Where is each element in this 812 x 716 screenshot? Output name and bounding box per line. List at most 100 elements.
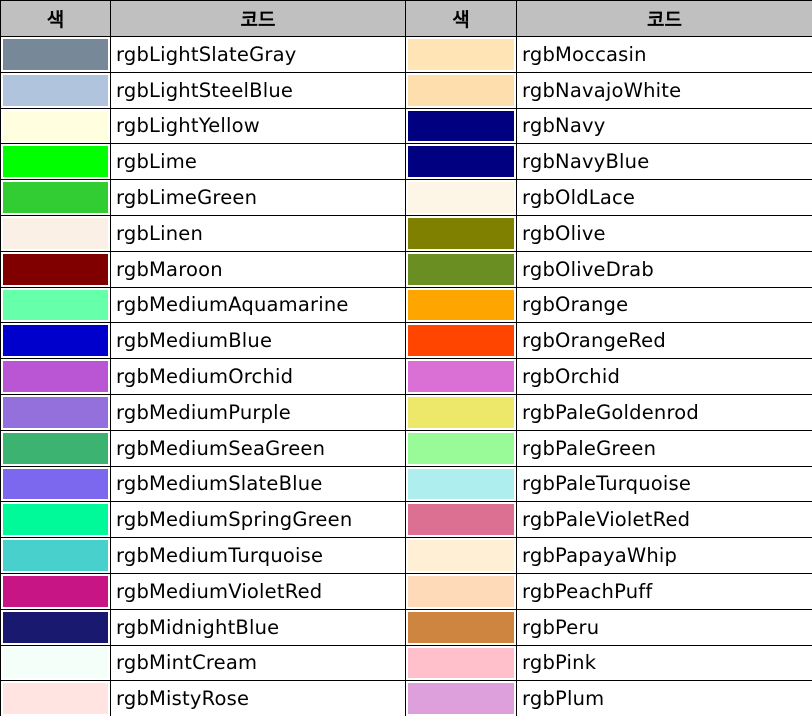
color-code-name: rgbPink	[516, 644, 812, 682]
color-swatch	[3, 182, 108, 213]
table-row: rgbLightSteelBlue rgbNavajoWhite	[0, 71, 812, 109]
color-swatch	[408, 683, 514, 715]
color-swatch	[408, 289, 514, 321]
color-swatch	[408, 325, 514, 357]
color-swatch	[3, 683, 108, 715]
color-code-name: rgbPeru	[516, 608, 812, 646]
color-swatch-cell	[0, 250, 111, 288]
color-code-name: rgbOrange	[516, 286, 812, 324]
color-swatch	[3, 289, 108, 321]
color-code-name: rgbLimeGreen	[110, 179, 406, 216]
column-header-color: 색	[0, 0, 111, 37]
color-swatch	[408, 74, 514, 106]
color-swatch-cell	[0, 286, 111, 324]
color-swatch-cell	[0, 465, 111, 503]
color-swatch-cell	[0, 322, 111, 360]
color-swatch-cell	[0, 179, 111, 216]
color-swatch	[408, 575, 514, 607]
color-swatch-cell	[0, 644, 111, 682]
color-swatch	[408, 182, 514, 213]
table-row: rgbLightYellow rgbNavy	[0, 107, 812, 145]
color-code-name: rgbPaleTurquoise	[516, 465, 812, 503]
color-code-name: rgbMoccasin	[516, 36, 812, 73]
color-swatch	[408, 396, 514, 428]
color-swatch-cell	[405, 71, 517, 109]
color-swatch	[408, 361, 514, 392]
color-swatch-cell	[0, 608, 111, 646]
color-swatch	[408, 540, 514, 571]
color-code-name: rgbPapayaWhip	[516, 537, 812, 574]
color-swatch	[3, 432, 108, 464]
color-code-name: rgbPeachPuff	[516, 572, 812, 610]
color-swatch-cell	[0, 358, 111, 395]
color-swatch-cell	[0, 107, 111, 145]
color-code-name: rgbMediumVioletRed	[110, 572, 406, 610]
column-header-code: 코드	[516, 0, 812, 37]
color-swatch	[3, 110, 108, 142]
color-code-name: rgbLightSteelBlue	[110, 71, 406, 109]
color-code-name: rgbOliveDrab	[516, 250, 812, 288]
color-swatch-cell	[0, 393, 111, 431]
table-header: 색 코드 색 코드	[0, 0, 812, 37]
color-code-name: rgbOldLace	[516, 179, 812, 216]
column-header-color: 색	[405, 0, 517, 37]
color-code-name: rgbNavajoWhite	[516, 71, 812, 109]
color-swatch-cell	[0, 214, 111, 252]
color-code-name: rgbMintCream	[110, 644, 406, 682]
table-row: rgbMediumAquamarine rgbOrange	[0, 286, 812, 324]
table-row: rgbMediumTurquoise rgbPapayaWhip	[0, 537, 812, 574]
color-swatch	[408, 504, 514, 536]
color-code-name: rgbMediumBlue	[110, 322, 406, 360]
color-swatch	[3, 325, 108, 357]
table-row: rgbMintCream rgbPink	[0, 644, 812, 682]
color-swatch-cell	[405, 393, 517, 431]
table-row: rgbMediumVioletRed rgbPeachPuff	[0, 572, 812, 610]
color-swatch	[3, 396, 108, 428]
color-swatch-cell	[405, 143, 517, 181]
color-swatch-cell	[405, 322, 517, 360]
color-swatch-cell	[405, 36, 517, 73]
color-swatch-cell	[0, 429, 111, 467]
color-code-name: rgbNavy	[516, 107, 812, 145]
color-swatch	[408, 217, 514, 249]
header-row: 색 코드 색 코드	[0, 0, 812, 37]
color-swatch-cell	[405, 358, 517, 395]
color-code-name: rgbMediumSlateBlue	[110, 465, 406, 503]
table-body: rgbLightSlateGray rgbMoccasin rgbLightStee…	[0, 36, 812, 716]
color-code-name: rgbPlum	[516, 680, 812, 716]
color-code-name: rgbLightYellow	[110, 107, 406, 145]
color-swatch-cell	[0, 572, 111, 610]
color-swatch	[3, 468, 108, 500]
color-swatch-cell	[0, 36, 111, 73]
color-swatch-cell	[405, 537, 517, 574]
color-swatch	[3, 575, 108, 607]
color-swatch-cell	[405, 465, 517, 503]
color-swatch-cell	[405, 572, 517, 610]
color-code-name: rgbOrchid	[516, 358, 812, 395]
table-row: rgbLightSlateGray rgbMoccasin	[0, 36, 812, 73]
table-row: rgbMidnightBlue rgbPeru	[0, 608, 812, 646]
color-swatch-cell	[405, 429, 517, 467]
color-swatch-cell	[405, 286, 517, 324]
color-code-name: rgbMediumOrchid	[110, 358, 406, 395]
column-header-code: 코드	[110, 0, 406, 37]
color-code-name: rgbMediumSeaGreen	[110, 429, 406, 467]
color-swatch	[3, 540, 108, 571]
color-swatch-cell	[0, 537, 111, 574]
color-code-name: rgbMidnightBlue	[110, 608, 406, 646]
color-swatch-cell	[405, 214, 517, 252]
color-swatch	[3, 504, 108, 536]
color-swatch-cell	[0, 143, 111, 181]
color-code-name: rgbMediumSpringGreen	[110, 501, 406, 539]
color-swatch	[408, 253, 514, 285]
color-code-name: rgbLime	[110, 143, 406, 181]
color-code-name: rgbMediumAquamarine	[110, 286, 406, 324]
color-code-name: rgbOrangeRed	[516, 322, 812, 360]
color-swatch-cell	[405, 644, 517, 682]
color-code-name: rgbMaroon	[110, 250, 406, 288]
color-code-name: rgbLightSlateGray	[110, 36, 406, 73]
color-code-name: rgbPaleGoldenrod	[516, 393, 812, 431]
color-code-name: rgbNavyBlue	[516, 143, 812, 181]
color-swatch-cell	[405, 250, 517, 288]
color-swatch	[3, 74, 108, 106]
